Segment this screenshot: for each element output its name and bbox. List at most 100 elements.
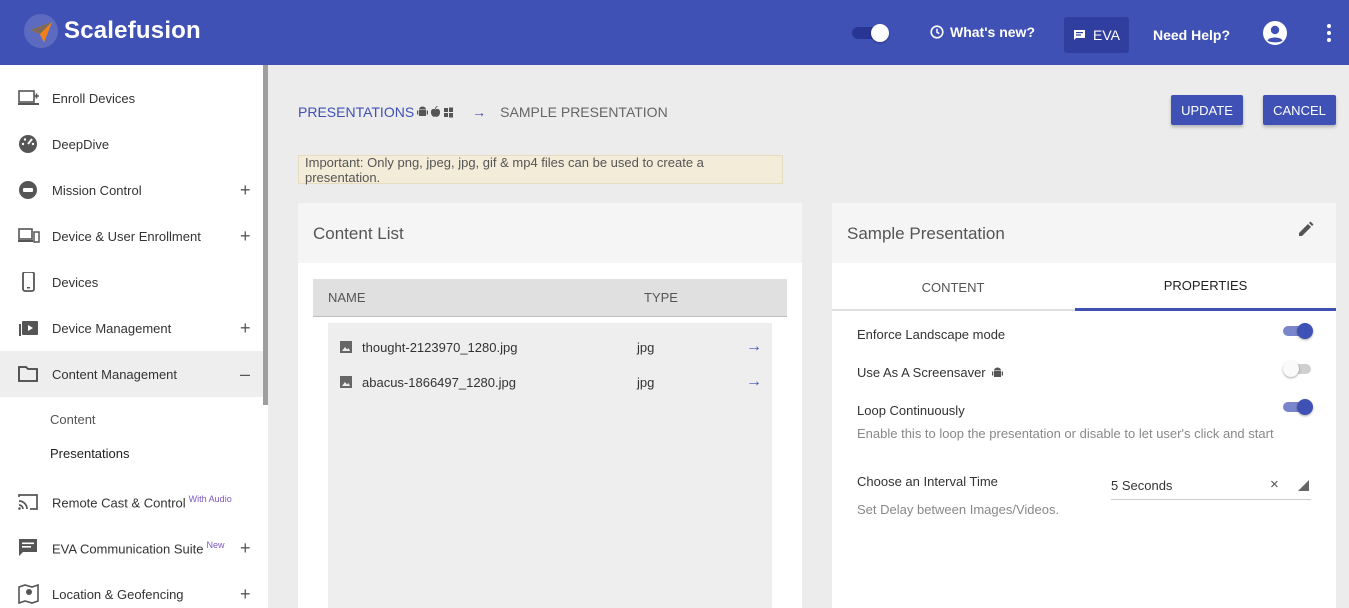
content-table-header: NAME TYPE bbox=[313, 279, 787, 317]
eva-suite-label: EVA Communication Suite bbox=[52, 541, 204, 557]
expand-icon[interactable]: + bbox=[240, 585, 251, 603]
whats-new-label: What's new? bbox=[950, 24, 1035, 40]
loop-label: Loop Continuously bbox=[857, 403, 965, 418]
table-row[interactable]: thought-2123970_1280.jpg jpg → bbox=[328, 330, 772, 364]
sidebar-subitem-content[interactable]: Content bbox=[50, 412, 96, 427]
clear-icon[interactable]: × bbox=[1270, 476, 1279, 493]
sidebar-item-remote-cast[interactable]: Remote Cast & Control With Audio bbox=[0, 479, 263, 525]
apple-icon bbox=[431, 106, 441, 117]
file-type-notice: Important: Only png, jpeg, jpg, gif & mp… bbox=[298, 155, 783, 185]
image-icon bbox=[340, 341, 352, 353]
new-badge: New bbox=[206, 539, 225, 550]
presentation-tabs: CONTENT PROPERTIES bbox=[832, 263, 1336, 311]
top-app-bar: Scalefusion What's new? EVA Need Help? bbox=[0, 0, 1349, 65]
more-vert-icon[interactable] bbox=[1322, 22, 1336, 44]
column-header-type[interactable]: TYPE bbox=[644, 290, 678, 305]
with-audio-badge: With Audio bbox=[188, 493, 232, 504]
presentation-title-text: Sample Presentation bbox=[847, 224, 1005, 243]
image-icon bbox=[340, 376, 352, 388]
account-circle-icon[interactable] bbox=[1262, 20, 1288, 46]
update-button[interactable]: UPDATE bbox=[1171, 95, 1243, 125]
sidebar-item-label: Devices bbox=[52, 274, 99, 290]
brand-name: Scalefusion bbox=[64, 17, 201, 44]
sidebar-item-label: DeepDive bbox=[52, 136, 110, 152]
sidebar-item-label: Content Management bbox=[52, 366, 178, 382]
sidebar-item-device-management[interactable]: Device Management + bbox=[0, 305, 263, 351]
sidebar-item-devices[interactable]: Devices bbox=[0, 259, 263, 305]
remote-cast-label: Remote Cast & Control bbox=[52, 495, 186, 511]
sidebar-item-content-management[interactable]: Content Management – bbox=[0, 351, 263, 397]
sidebar-item-eva-suite[interactable]: EVA Communication Suite New + bbox=[0, 525, 263, 571]
need-help-link[interactable]: Need Help? bbox=[1153, 27, 1230, 43]
sidebar-item-label: Device Management bbox=[52, 320, 172, 336]
sidebar-item-enroll-devices[interactable]: Enroll Devices bbox=[0, 75, 263, 121]
screensaver-row: Use As A Screensaver bbox=[857, 365, 1003, 380]
content-list-title: Content List bbox=[298, 203, 802, 263]
sidebar-item-label: Location & Geofencing bbox=[52, 586, 184, 602]
folder-icon bbox=[18, 366, 38, 382]
cancel-button[interactable]: CANCEL bbox=[1263, 95, 1336, 125]
file-type: jpg bbox=[637, 340, 655, 355]
message-icon bbox=[1074, 29, 1085, 40]
android-icon bbox=[991, 367, 1003, 377]
loop-description: Enable this to loop the presentation or … bbox=[857, 426, 1274, 441]
content-table-body: thought-2123970_1280.jpg jpg → abacus-18… bbox=[328, 323, 772, 608]
sidebar: Enroll Devices DeepDive Mission Control … bbox=[0, 65, 268, 608]
sidebar-item-device-user-enrollment[interactable]: Device & User Enrollment + bbox=[0, 213, 263, 259]
loop-toggle[interactable] bbox=[1283, 399, 1313, 415]
sidebar-item-deepdive[interactable]: DeepDive bbox=[0, 121, 263, 167]
expand-icon[interactable]: + bbox=[240, 319, 251, 337]
interval-select[interactable]: 5 Seconds × bbox=[1111, 473, 1311, 500]
windows-icon bbox=[444, 107, 454, 118]
presentation-card: Sample Presentation CONTENT PROPERTIES E… bbox=[832, 203, 1336, 608]
screensaver-label: Use As A Screensaver bbox=[857, 365, 986, 380]
sidebar-item-label: Device & User Enrollment bbox=[52, 228, 201, 244]
theme-toggle[interactable] bbox=[852, 24, 892, 42]
arrow-right-icon[interactable]: → bbox=[746, 373, 762, 391]
file-name: abacus-1866497_1280.jpg bbox=[362, 375, 516, 390]
android-icon bbox=[417, 106, 429, 116]
enforce-landscape-label: Enforce Landscape mode bbox=[857, 327, 1006, 342]
whats-new-link[interactable]: What's new? bbox=[930, 24, 1035, 40]
interval-description: Set Delay between Images/Videos. bbox=[857, 502, 1060, 517]
devices-icon bbox=[18, 228, 40, 243]
content-list-card: Content List NAME TYPE thought-2123970_1… bbox=[298, 203, 802, 608]
expand-icon[interactable]: + bbox=[240, 539, 251, 557]
breadcrumb-current: SAMPLE PRESENTATION bbox=[500, 104, 668, 120]
scalefusion-logo-icon bbox=[24, 14, 58, 48]
eva-button[interactable]: EVA bbox=[1064, 17, 1129, 53]
device-management-icon bbox=[19, 321, 38, 336]
sidebar-subitem-presentations[interactable]: Presentations bbox=[50, 446, 130, 461]
eva-label: EVA bbox=[1093, 27, 1120, 43]
sidebar-item-label: Remote Cast & Control With Audio bbox=[52, 494, 232, 510]
interval-label: Choose an Interval Time bbox=[857, 474, 998, 489]
sidebar-item-mission-control[interactable]: Mission Control + bbox=[0, 167, 263, 213]
dashboard-gauge-icon bbox=[19, 135, 37, 153]
phone-icon bbox=[22, 272, 35, 292]
arrow-right-icon[interactable]: → bbox=[746, 338, 762, 356]
location-icon bbox=[18, 584, 39, 604]
sidebar-item-location[interactable]: Location & Geofencing + bbox=[0, 571, 263, 608]
platform-icons bbox=[417, 106, 454, 118]
dropdown-triangle-icon[interactable] bbox=[1298, 480, 1309, 491]
collapse-icon[interactable]: – bbox=[240, 365, 250, 383]
column-header-name[interactable]: NAME bbox=[328, 290, 366, 305]
sidebar-item-label: Mission Control bbox=[52, 182, 142, 198]
edit-pencil-icon[interactable] bbox=[1297, 221, 1314, 238]
chat-icon bbox=[19, 539, 37, 556]
breadcrumb: PRESENTATIONS → SAMPLE PRESENTATION bbox=[298, 104, 668, 120]
screensaver-toggle[interactable] bbox=[1283, 361, 1313, 377]
file-type: jpg bbox=[637, 375, 655, 390]
table-row[interactable]: abacus-1866497_1280.jpg jpg → bbox=[328, 365, 772, 399]
tab-content[interactable]: CONTENT bbox=[832, 263, 1074, 311]
enroll-devices-icon bbox=[18, 90, 39, 105]
enforce-landscape-toggle[interactable] bbox=[1283, 323, 1313, 339]
breadcrumb-presentations-link[interactable]: PRESENTATIONS bbox=[298, 104, 414, 120]
expand-icon[interactable]: + bbox=[240, 227, 251, 245]
sidebar-scrollbar[interactable] bbox=[263, 65, 268, 405]
tab-properties[interactable]: PROPERTIES bbox=[1075, 263, 1336, 311]
presentation-title: Sample Presentation bbox=[832, 203, 1336, 263]
cast-icon bbox=[18, 494, 38, 510]
expand-icon[interactable]: + bbox=[240, 181, 251, 199]
brand-logo[interactable]: Scalefusion bbox=[24, 14, 201, 48]
